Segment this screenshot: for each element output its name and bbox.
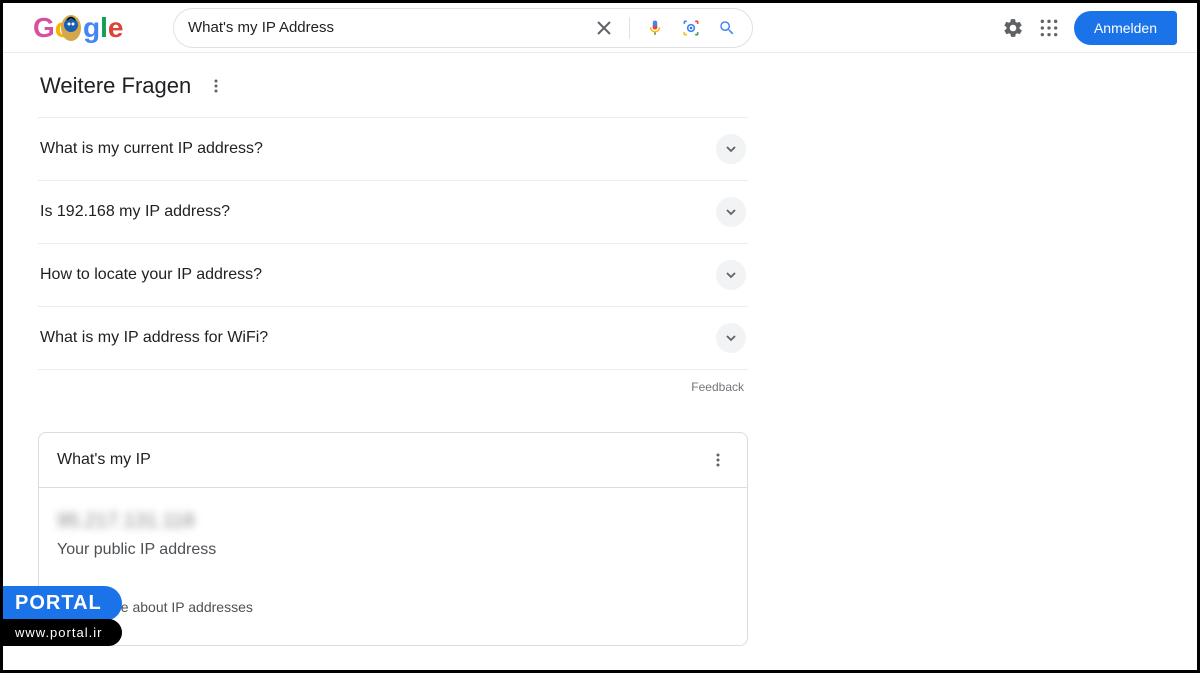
watermark-brand: PORTAL — [3, 586, 122, 621]
settings-icon[interactable] — [1002, 17, 1024, 39]
faq-text: Is 192.168 my IP address? — [40, 203, 230, 221]
chevron-down-icon[interactable] — [716, 134, 746, 164]
main-content: Weitere Fragen What is my current IP add… — [3, 53, 748, 646]
chevron-down-icon[interactable] — [716, 323, 746, 353]
signin-button[interactable]: Anmelden — [1074, 11, 1177, 45]
chevron-down-icon[interactable] — [716, 260, 746, 290]
search-input[interactable] — [188, 19, 593, 36]
watermark: PORTAL www.portal.ir — [3, 586, 122, 646]
faq-text: How to locate your IP address? — [40, 266, 262, 284]
related-questions-list: What is my current IP address? Is 192.16… — [38, 117, 748, 370]
ip-address-label: Your public IP address — [57, 541, 729, 559]
card-menu-icon[interactable] — [707, 449, 729, 471]
faq-item[interactable]: What is my current IP address? — [38, 118, 748, 181]
google-logo[interactable]: Go gle — [33, 11, 133, 45]
svg-text:gle: gle — [83, 12, 123, 43]
clear-icon[interactable] — [593, 17, 615, 39]
faq-item[interactable]: How to locate your IP address? — [38, 244, 748, 307]
faq-item[interactable]: Is 192.168 my IP address? — [38, 181, 748, 244]
ip-card-header: What's my IP — [39, 433, 747, 488]
more-options-icon[interactable] — [205, 75, 227, 97]
related-questions-title: Weitere Fragen — [40, 73, 191, 99]
related-questions-header: Weitere Fragen — [38, 73, 748, 99]
search-box[interactable] — [173, 8, 753, 48]
ip-card-body: 95.217.131.118 Your public IP address Le… — [39, 488, 747, 645]
chevron-down-icon[interactable] — [716, 197, 746, 227]
lens-icon[interactable] — [680, 17, 702, 39]
search-icon[interactable] — [716, 17, 738, 39]
feedback-link[interactable]: Feedback — [38, 380, 748, 394]
faq-item[interactable]: What is my IP address for WiFi? — [38, 307, 748, 370]
learn-more-link[interactable]: Learn more about IP addresses — [57, 599, 729, 615]
header-actions: Anmelden — [1002, 11, 1177, 45]
faq-text: What is my current IP address? — [40, 140, 263, 158]
faq-text: What is my IP address for WiFi? — [40, 329, 268, 347]
ip-address-value: 95.217.131.118 — [57, 510, 729, 533]
ip-card-title: What's my IP — [57, 451, 151, 469]
divider — [629, 17, 630, 39]
voice-search-icon[interactable] — [644, 17, 666, 39]
header: Go gle — [3, 3, 1197, 53]
watermark-url: www.portal.ir — [3, 619, 122, 646]
ip-answer-card: What's my IP 95.217.131.118 Your public … — [38, 432, 748, 646]
apps-icon[interactable] — [1038, 17, 1060, 39]
